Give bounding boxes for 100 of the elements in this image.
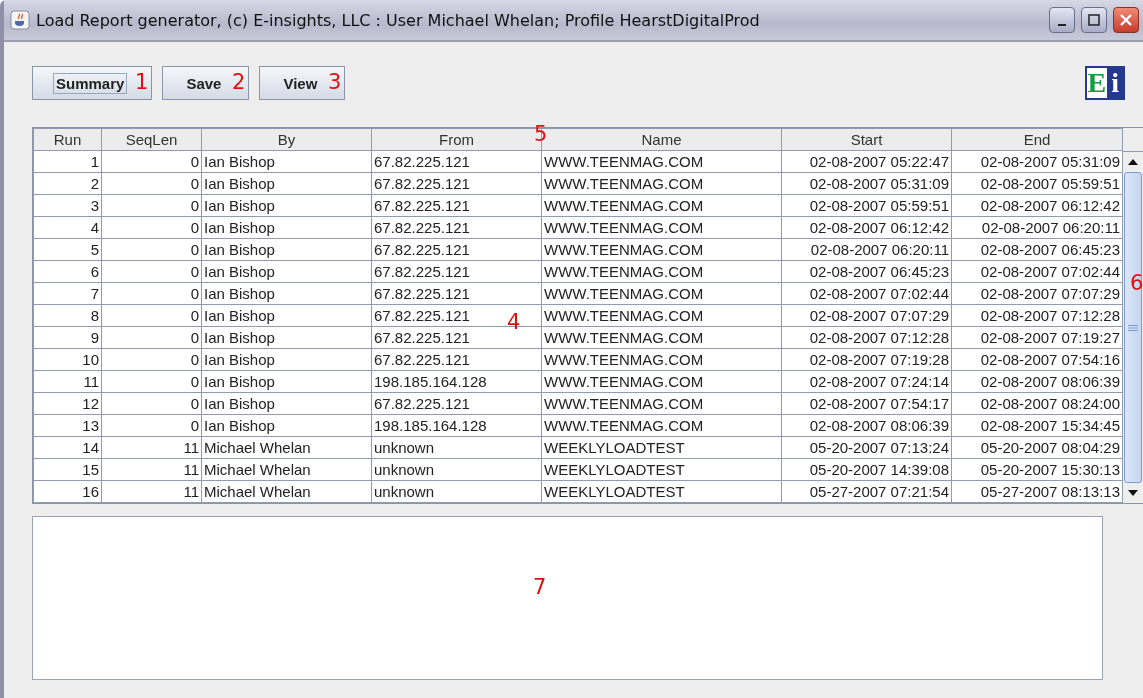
table-cell: 02-08-2007 07:07:29 (951, 282, 1123, 305)
table-cell: 02-08-2007 08:24:00 (951, 392, 1123, 415)
table-cell: 02-08-2007 07:02:44 (781, 282, 952, 305)
table-cell: 10 (33, 348, 102, 371)
column-header[interactable]: By (201, 128, 372, 151)
table-cell: 5 (33, 238, 102, 261)
table-cell: 05-20-2007 14:39:08 (781, 458, 952, 481)
table-cell: Ian Bishop (201, 370, 372, 393)
table-cell: 02-08-2007 15:34:45 (951, 414, 1123, 437)
table-cell: Ian Bishop (201, 392, 372, 415)
table-cell: WWW.TEENMAG.COM (541, 392, 782, 415)
table-cell: Michael Whelan (201, 458, 372, 481)
table-cell: 02-08-2007 07:12:28 (951, 304, 1123, 327)
close-icon (1119, 13, 1133, 27)
table-cell: Ian Bishop (201, 260, 372, 283)
table-cell: 67.82.225.121 (371, 260, 542, 283)
table-cell: 14 (33, 436, 102, 459)
table-cell: 02-08-2007 07:24:14 (781, 370, 952, 393)
table-cell: 67.82.225.121 (371, 348, 542, 371)
callout-number: 2 (232, 72, 246, 93)
table-cell: Ian Bishop (201, 348, 372, 371)
table-cell: Ian Bishop (201, 282, 372, 305)
table-cell: 02-08-2007 07:54:17 (781, 392, 952, 415)
window-title: Load Report generator, (c) E-insights, LLC : User Michael Whelan; Profile HearstDigitalProd (36, 10, 761, 30)
table-cell: 02-08-2007 06:12:42 (781, 216, 952, 239)
table-cell: Michael Whelan (201, 480, 372, 503)
table-cell: 02-08-2007 06:12:42 (951, 194, 1123, 217)
close-button[interactable] (1113, 7, 1139, 33)
table-cell: 8 (33, 304, 102, 327)
table-cell: 05-20-2007 15:30:13 (951, 458, 1123, 481)
table-cell: 02-08-2007 05:31:09 (781, 172, 952, 195)
table-cell: WWW.TEENMAG.COM (541, 282, 782, 305)
table-cell: 16 (33, 480, 102, 503)
table-cell: 02-08-2007 08:06:39 (781, 414, 952, 437)
table-cell: 67.82.225.121 (371, 238, 542, 261)
table-cell: 02-08-2007 05:31:09 (951, 150, 1123, 173)
table-cell: WEEKLYLOADTEST (541, 480, 782, 503)
table-cell: WWW.TEENMAG.COM (541, 414, 782, 437)
column-header[interactable]: Start (781, 128, 952, 151)
table-cell: 9 (33, 326, 102, 349)
table-cell: WWW.TEENMAG.COM (541, 238, 782, 261)
table-cell: WWW.TEENMAG.COM (541, 326, 782, 349)
table-cell: WWW.TEENMAG.COM (541, 260, 782, 283)
table-cell: 02-08-2007 08:06:39 (951, 370, 1123, 393)
table-cell: 05-27-2007 07:21:54 (781, 480, 952, 503)
table-cell: 05-20-2007 07:13:24 (781, 436, 952, 459)
table-cell: 02-08-2007 06:20:11 (781, 238, 952, 261)
table-cell: 02-08-2007 05:22:47 (781, 150, 952, 173)
table-cell: 12 (33, 392, 102, 415)
table-cell: 198.185.164.128 (371, 370, 542, 393)
callout-number: 7 (533, 577, 547, 598)
table-cell: 67.82.225.121 (371, 282, 542, 305)
table-cell: 05-20-2007 08:04:29 (951, 436, 1123, 459)
minimize-button[interactable] (1049, 7, 1075, 33)
table-cell: 4 (33, 216, 102, 239)
logo: E i (1084, 66, 1125, 100)
table-cell: WEEKLYLOADTEST (541, 436, 782, 459)
callout-number: 6 (1130, 273, 1143, 294)
table-cell: Ian Bishop (201, 414, 372, 437)
table-cell: 67.82.225.121 (371, 172, 542, 195)
table-cell: 67.82.225.121 (371, 194, 542, 217)
table-cell: 02-08-2007 05:59:51 (781, 194, 952, 217)
table-cell: 02-08-2007 07:07:29 (781, 304, 952, 327)
table-cell: 11 (33, 370, 102, 393)
table-cell: 02-08-2007 07:02:44 (951, 260, 1123, 283)
table-cell: Ian Bishop (201, 238, 372, 261)
table-cell: 67.82.225.121 (371, 150, 542, 173)
table-cell: 3 (33, 194, 102, 217)
table-cell: WWW.TEENMAG.COM (541, 348, 782, 371)
table-cell: Ian Bishop (201, 326, 372, 349)
table-cell: unknown (371, 458, 542, 481)
maximize-icon (1087, 13, 1101, 27)
table-cell: WEEKLYLOADTEST (541, 458, 782, 481)
table-cell: unknown (371, 480, 542, 503)
table-cell: 02-08-2007 07:12:28 (781, 326, 952, 349)
table-cell: 67.82.225.121 (371, 216, 542, 239)
table-cell: 02-08-2007 07:19:28 (781, 348, 952, 371)
table-cell: 02-08-2007 06:45:23 (951, 238, 1123, 261)
callout-number: 1 (135, 72, 149, 93)
table-cell: Ian Bishop (201, 216, 372, 239)
column-header[interactable]: SeqLen (101, 128, 202, 151)
table-cell: Ian Bishop (201, 150, 372, 173)
maximize-button[interactable] (1081, 7, 1107, 33)
minimize-icon (1058, 24, 1066, 26)
table-cell: WWW.TEENMAG.COM (541, 194, 782, 217)
table-cell: Michael Whelan (201, 436, 372, 459)
column-header[interactable]: Run (33, 128, 102, 151)
table-cell: WWW.TEENMAG.COM (541, 304, 782, 327)
table-cell: 13 (33, 414, 102, 437)
table-cell: 02-08-2007 07:19:27 (951, 326, 1123, 349)
table-cell: Ian Bishop (201, 304, 372, 327)
table-cell: WWW.TEENMAG.COM (541, 150, 782, 173)
scroll-thumb[interactable] (1124, 172, 1142, 483)
table-cell: WWW.TEENMAG.COM (541, 370, 782, 393)
table-cell: 02-08-2007 06:20:11 (951, 216, 1123, 239)
table-cell: 02-08-2007 06:45:23 (781, 260, 952, 283)
table-cell: 198.185.164.128 (371, 414, 542, 437)
coffee-cup-icon (10, 10, 30, 30)
column-header[interactable]: End (951, 128, 1123, 151)
table-cell: 2 (33, 172, 102, 195)
